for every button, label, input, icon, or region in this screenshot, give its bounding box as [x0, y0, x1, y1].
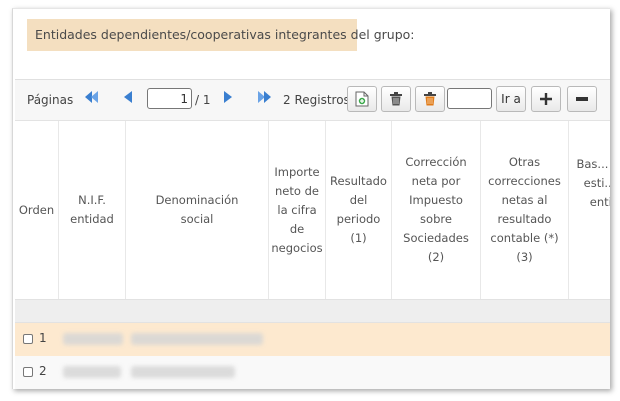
prev-page-icon[interactable]	[123, 91, 133, 107]
trash-icon	[390, 92, 402, 106]
column-header-tax-correction[interactable]: Corrección neta por Impuesto sobre Socie…	[392, 121, 480, 299]
entities-grid: Orden N.I.F. entidad Denominación social…	[15, 121, 610, 389]
add-record-button[interactable]	[347, 86, 377, 112]
row-nif-redacted	[63, 366, 121, 378]
next-page-icon[interactable]	[223, 91, 233, 107]
plus-icon	[539, 92, 553, 106]
column-header-other-corrections[interactable]: Otras correcciones netas al resultado co…	[481, 121, 568, 299]
column-header-result[interactable]: Resultado del periodo (1)	[326, 121, 391, 299]
delete-all-button[interactable]	[415, 86, 445, 112]
goto-button[interactable]: Ir a	[496, 86, 526, 112]
row-order: 1	[39, 331, 47, 345]
minus-icon	[575, 94, 589, 104]
column-header-name[interactable]: Denominación social	[126, 121, 268, 299]
new-document-icon	[355, 91, 369, 107]
form-panel: Entidades dependientes/cooperativas inte…	[12, 8, 610, 389]
column-header-nif[interactable]: N.I.F. entidad	[59, 121, 125, 299]
page-number-input[interactable]	[147, 88, 192, 109]
column-header-order[interactable]: Orden	[15, 121, 58, 299]
first-page-icon[interactable]	[85, 91, 99, 107]
grid-toolbar: Páginas / 1 2 Registros	[15, 79, 610, 121]
records-count: 2 Registros	[283, 93, 350, 107]
total-pages: / 1	[195, 93, 211, 107]
trash-orange-icon	[424, 92, 436, 106]
row-nif-redacted	[63, 333, 123, 345]
row-checkbox[interactable]	[23, 334, 33, 344]
row-name-redacted	[131, 333, 263, 345]
column-header-turnover[interactable]: Importe neto de la cifra de negocios	[269, 121, 325, 299]
table-row[interactable]: 2	[15, 356, 610, 389]
last-page-icon[interactable]	[257, 91, 271, 107]
row-checkbox[interactable]	[23, 367, 33, 377]
table-row[interactable]: 1	[15, 323, 610, 356]
pages-label: Páginas	[27, 93, 74, 107]
row-name-redacted	[131, 366, 235, 378]
expand-button[interactable]	[531, 86, 561, 112]
delete-record-button[interactable]	[381, 86, 411, 112]
filter-row	[15, 299, 610, 323]
goto-row-input[interactable]	[447, 88, 492, 109]
column-header-base[interactable]: Bas... in... en esti... pe... entid... (	[569, 121, 610, 299]
section-title: Entidades dependientes/cooperativas inte…	[27, 19, 415, 51]
row-order: 2	[39, 364, 47, 378]
collapse-button[interactable]	[567, 86, 597, 112]
